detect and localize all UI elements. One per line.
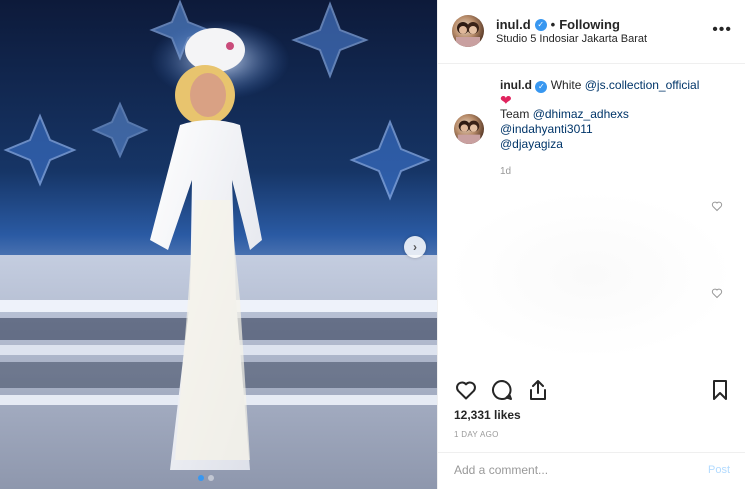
carousel-dot — [198, 475, 204, 481]
caption-timestamp[interactable]: 1d — [500, 166, 511, 177]
following-button[interactable]: Following — [559, 17, 620, 32]
post-photo[interactable]: › — [0, 0, 437, 489]
post-age: 1 DAY AGO — [454, 430, 499, 439]
comment-bar: Post — [438, 452, 745, 489]
instagram-post: › inul.d ✓ • Following Studio 5 Indosiar… — [0, 0, 745, 489]
caption-username[interactable]: inul.d — [500, 78, 532, 92]
stage-photo-illustration — [0, 0, 437, 489]
carousel-dot — [208, 475, 214, 481]
verified-badge-icon: ✓ — [535, 81, 548, 93]
separator-dot: • — [550, 17, 556, 32]
bookmark-icon[interactable] — [708, 378, 732, 402]
heart-icon[interactable] — [454, 378, 478, 402]
header-user-line: inul.d ✓ • Following — [496, 17, 620, 32]
likes-count[interactable]: 12,331 likes — [454, 408, 521, 422]
red-heart-emoji-icon: ❤ — [500, 92, 512, 108]
action-bar — [438, 372, 745, 408]
share-icon[interactable] — [526, 378, 550, 402]
comments-area — [446, 190, 736, 360]
avatar[interactable] — [454, 114, 484, 144]
avatar[interactable] — [452, 15, 484, 47]
chevron-right-icon: › — [413, 240, 417, 254]
post-comment-button[interactable]: Post — [708, 464, 730, 476]
mention-link[interactable]: @dhimaz_adhexs — [533, 107, 629, 121]
carousel-indicator — [198, 475, 214, 481]
comment-like-heart-icon[interactable] — [711, 200, 723, 212]
comment-like-heart-icon[interactable] — [711, 287, 723, 299]
location-link[interactable]: Studio 5 Indosiar Jakarta Barat — [496, 33, 647, 45]
mention-link[interactable]: @js.collection_official — [585, 78, 700, 92]
post-details-panel: inul.d ✓ • Following Studio 5 Indosiar J… — [437, 0, 745, 489]
caption-text: inul.d ✓ White @js.collection_official ❤… — [500, 78, 736, 152]
mention-link[interactable]: @indahyanti3011 — [500, 122, 593, 136]
more-options-icon[interactable]: ••• — [712, 22, 732, 38]
verified-badge-icon: ✓ — [534, 18, 547, 31]
header-username[interactable]: inul.d — [496, 17, 531, 32]
caption-word: White — [550, 78, 582, 92]
carousel-next-button[interactable]: › — [404, 236, 426, 258]
caption-team-label: Team — [500, 107, 530, 121]
comment-icon[interactable] — [490, 378, 514, 402]
mention-link[interactable]: @djayagiza — [500, 137, 563, 151]
post-header: inul.d ✓ • Following Studio 5 Indosiar J… — [438, 0, 745, 64]
comment-input[interactable] — [454, 463, 674, 477]
